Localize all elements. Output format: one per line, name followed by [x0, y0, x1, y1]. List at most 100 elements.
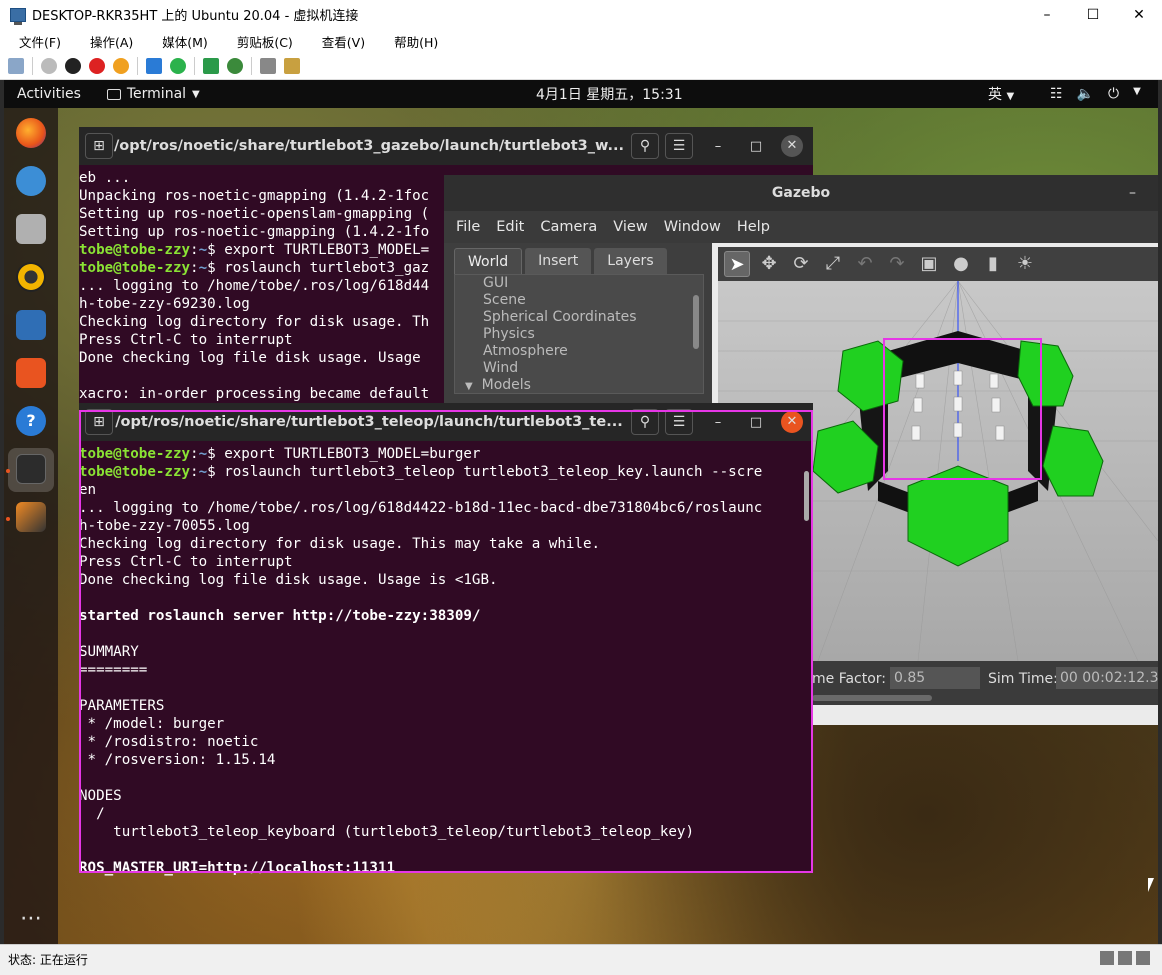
rhythmbox-icon[interactable] [16, 262, 46, 292]
search-icon[interactable]: ⚲ [631, 409, 659, 435]
gz-menu-edit[interactable]: Edit [496, 219, 524, 235]
tree-item[interactable]: Atmosphere [455, 343, 703, 360]
close-button[interactable]: ✕ [1116, 7, 1162, 23]
scrollbar[interactable] [693, 295, 699, 349]
host-toolbar [0, 53, 1162, 80]
host-title-bar: DESKTOP-RKR35HT 上的 Ubuntu 20.04 - 虚拟机连接 … [0, 0, 1162, 29]
tab-layers[interactable]: Layers [594, 248, 667, 274]
menu-help[interactable]: 帮助(H) [384, 32, 448, 51]
gz-menu-window[interactable]: Window [664, 219, 721, 235]
files-icon[interactable] [16, 214, 46, 244]
activities-button[interactable]: Activities [17, 86, 81, 102]
maximize-button[interactable]: □ [743, 139, 769, 154]
minimize-button[interactable]: – [1129, 175, 1136, 211]
tree-item[interactable]: GUI [455, 275, 703, 292]
redo-icon[interactable]: ↷ [884, 251, 910, 277]
maximize-button[interactable]: □ [743, 415, 769, 430]
translate-mode-icon[interactable]: ✥ [756, 251, 782, 277]
terminal-line: en [79, 482, 97, 498]
sim-time-value: 00 00:02:12.38 [1056, 667, 1158, 689]
turn-off-icon[interactable] [65, 58, 81, 74]
terminal-title: /opt/ros/noetic/share/turtlebot3_teleop/… [115, 414, 623, 430]
horizontal-scrollbar[interactable] [812, 695, 932, 701]
hamburger-menu-icon[interactable]: ☰ [665, 409, 693, 435]
menu-media[interactable]: 媒体(M) [152, 32, 218, 51]
mouse-icon [1118, 951, 1132, 965]
start-icon[interactable] [41, 58, 57, 74]
vm-state: 状态: 正在运行 [8, 953, 88, 967]
gazebo-title-bar: Gazebo – [444, 175, 1158, 211]
app-menu[interactable]: Terminal ▼ [106, 86, 200, 102]
menu-file[interactable]: 文件(F) [9, 32, 71, 51]
gz-menu-file[interactable]: File [456, 219, 480, 235]
prompt-path: ~ [198, 260, 208, 276]
terminal-header: ⊞ /opt/ros/noetic/share/turtlebot3_gazeb… [79, 127, 813, 165]
terminal-line: * /rosversion: 1.15.14 [79, 752, 276, 768]
revert-icon[interactable] [227, 58, 243, 74]
share-icon[interactable] [284, 58, 300, 74]
gz-menu-camera[interactable]: Camera [540, 219, 597, 235]
scrollbar[interactable] [804, 471, 809, 521]
tab-insert[interactable]: Insert [525, 248, 592, 274]
close-button[interactable]: ✕ [781, 135, 803, 157]
gz-menu-view[interactable]: View [613, 219, 647, 235]
maximize-button[interactable]: ☐ [1070, 7, 1116, 23]
thunderbird-icon[interactable] [16, 166, 46, 196]
new-tab-icon[interactable]: ⊞ [85, 133, 113, 159]
tree-item[interactable]: Scene [455, 292, 703, 309]
terminal-line: * /rosdistro: noetic [79, 734, 259, 750]
clock[interactable]: 4月1日 星期五，15:31 [536, 84, 683, 104]
menu-clipboard[interactable]: 剪贴板(C) [227, 32, 303, 51]
cylinder-shape-icon[interactable]: ▮ [980, 251, 1006, 277]
rotate-mode-icon[interactable]: ⟳ [788, 251, 814, 277]
world-tree[interactable]: GUI Scene Spherical Coordinates Physics … [454, 274, 704, 394]
play-icon[interactable] [170, 58, 186, 74]
checkpoint-icon[interactable] [203, 58, 219, 74]
input-method[interactable]: 英 ▼ [988, 84, 1014, 104]
tree-item[interactable]: Wind [455, 360, 703, 377]
terminal-output[interactable]: tobe@tobe-zzy:~$ export TURTLEBOT3_MODEL… [79, 441, 813, 877]
prompt-path: ~ [198, 446, 208, 462]
firefox-icon[interactable] [16, 118, 46, 148]
ubuntu-desktop: Activities Terminal ▼ 4月1日 星期五，15:31 英 ▼… [4, 80, 1158, 944]
point-light-icon[interactable]: ☀ [1012, 251, 1038, 277]
terminal-window-teleop[interactable]: ⊞ /opt/ros/noetic/share/turtlebot3_teleo… [79, 403, 813, 876]
box-shape-icon[interactable]: ▣ [916, 251, 942, 277]
command-text: $ roslaunch turtlebot3_gaz [207, 260, 430, 276]
gazebo-dock-icon[interactable] [16, 502, 46, 532]
search-icon[interactable]: ⚲ [631, 133, 659, 159]
minimize-button[interactable]: – [705, 139, 731, 154]
enhanced-session-icon[interactable] [260, 58, 276, 74]
scale-mode-icon[interactable]: ⤢ [820, 251, 846, 277]
terminal-line: Press Ctrl-C to interrupt [79, 554, 293, 570]
sphere-shape-icon[interactable]: ● [948, 251, 974, 277]
gz-menu-help[interactable]: Help [737, 219, 770, 235]
hamburger-menu-icon[interactable]: ☰ [665, 133, 693, 159]
help-icon[interactable]: ? [16, 406, 46, 436]
running-indicator [6, 469, 10, 473]
menu-view[interactable]: 查看(V) [312, 32, 375, 51]
tree-item-models[interactable]: ▼ Models [455, 377, 703, 393]
tree-item[interactable]: Spherical Coordinates [455, 309, 703, 326]
writer-icon[interactable] [16, 310, 46, 340]
select-mode-icon[interactable]: ➤ [724, 251, 750, 277]
tree-item[interactable]: Physics [455, 326, 703, 343]
system-tray[interactable]: ☷ 🔈 ⏻ ▼ [1050, 86, 1141, 102]
host-menu-bar: 文件(F) 操作(A) 媒体(M) 剪贴板(C) 查看(V) 帮助(H) [0, 29, 1162, 53]
expand-arrow-icon: ▼ [465, 381, 473, 392]
tab-world[interactable]: World [454, 248, 523, 274]
shutdown-icon[interactable] [89, 58, 105, 74]
pause-icon[interactable] [146, 58, 162, 74]
minimize-button[interactable]: – [1024, 7, 1070, 23]
mouse-cursor [1148, 878, 1154, 892]
terminal-dock-icon[interactable] [16, 454, 46, 484]
new-tab-icon[interactable]: ⊞ [85, 409, 113, 435]
software-center-icon[interactable] [16, 358, 46, 388]
close-button[interactable]: ✕ [781, 411, 803, 433]
show-applications-icon[interactable]: ⋯ [16, 904, 46, 934]
minimize-button[interactable]: – [705, 415, 731, 430]
power-icon[interactable] [113, 58, 129, 74]
undo-icon[interactable]: ↶ [852, 251, 878, 277]
ctrl-alt-del-icon[interactable] [8, 58, 24, 74]
menu-action[interactable]: 操作(A) [80, 32, 143, 51]
